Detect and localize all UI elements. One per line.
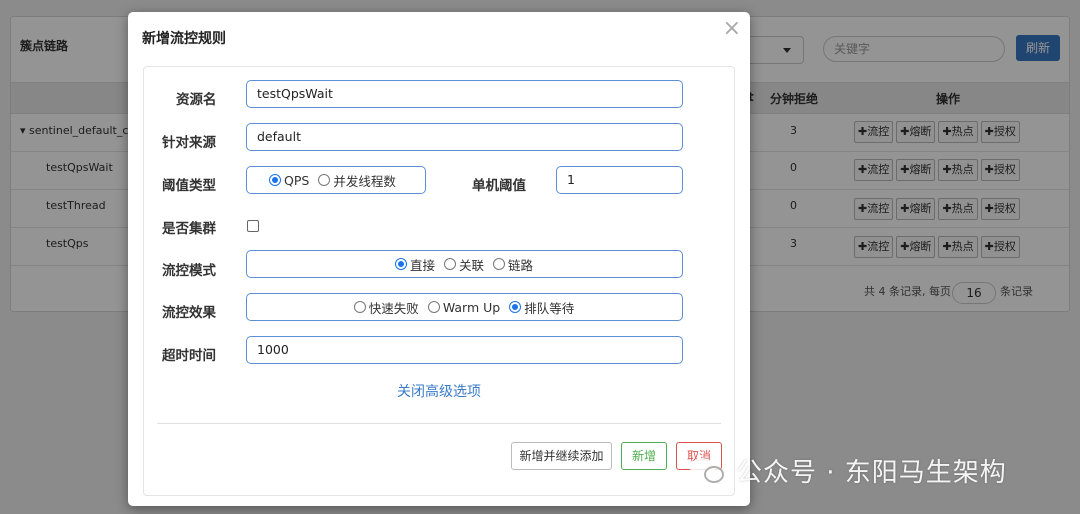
dialog-title: 新增流控规则 [142, 31, 226, 47]
limit-app-field[interactable]: default [246, 123, 683, 151]
radio-checked-icon [269, 174, 281, 186]
behavior-warm-up-radio[interactable]: Warm Up [427, 300, 500, 315]
add-button[interactable]: 新增 [621, 442, 667, 470]
threshold-type-qps-radio[interactable]: QPS [269, 173, 309, 188]
toggle-advanced-link[interactable]: 关闭高级选项 [397, 381, 481, 401]
threshold-type-radio-group: QPS 并发线程数 [246, 166, 426, 194]
resource-name-label: 资源名 [176, 92, 217, 108]
radio-unchecked-icon [443, 258, 456, 270]
strategy-direct-radio[interactable]: 直接 [394, 255, 435, 274]
threshold-label: 单机阈值 [472, 178, 526, 194]
strategy-relate-radio[interactable]: 关联 [443, 255, 484, 274]
threshold-type-thread-radio[interactable]: 并发线程数 [318, 171, 396, 190]
radio-checked-icon [394, 258, 407, 270]
close-icon[interactable]: × [723, 18, 741, 40]
control-behavior-radio-group: 快速失败 Warm Up 排队等待 [246, 293, 683, 321]
add-and-continue-button[interactable]: 新增并继续添加 [511, 442, 612, 470]
radio-unchecked-icon [493, 258, 505, 270]
limit-app-label: 针对来源 [162, 135, 216, 151]
cluster-label: 是否集群 [162, 221, 216, 237]
cluster-checkbox[interactable] [247, 220, 259, 232]
behavior-queue-radio[interactable]: 排队等待 [509, 298, 574, 317]
add-flow-rule-dialog: 新增流控规则 × 资源名 testQpsWait 针对来源 default 阈值… [128, 12, 750, 506]
radio-unchecked-icon [427, 301, 440, 313]
watermark: 公众号 · 东阳马生架构 [690, 452, 1007, 489]
timeout-label: 超时时间 [162, 348, 216, 364]
threshold-field[interactable]: 1 [556, 166, 683, 194]
watermark-text: 公众号 · 东阳马生架构 [736, 458, 1007, 488]
strategy-radio-group: 直接 关联 链路 [246, 250, 683, 278]
radio-unchecked-icon [318, 174, 331, 186]
timeout-field[interactable]: 1000 [246, 336, 683, 364]
wechat-icon [690, 456, 728, 486]
strategy-label: 流控模式 [162, 263, 216, 279]
radio-checked-icon [509, 301, 522, 313]
radio-unchecked-icon [353, 301, 366, 313]
threshold-type-label: 阈值类型 [162, 178, 216, 194]
resource-name-field[interactable]: testQpsWait [246, 80, 683, 108]
control-behavior-label: 流控效果 [162, 305, 216, 321]
footer-divider [157, 423, 721, 424]
behavior-fast-fail-radio[interactable]: 快速失败 [353, 298, 419, 317]
strategy-chain-radio[interactable]: 链路 [493, 255, 533, 274]
